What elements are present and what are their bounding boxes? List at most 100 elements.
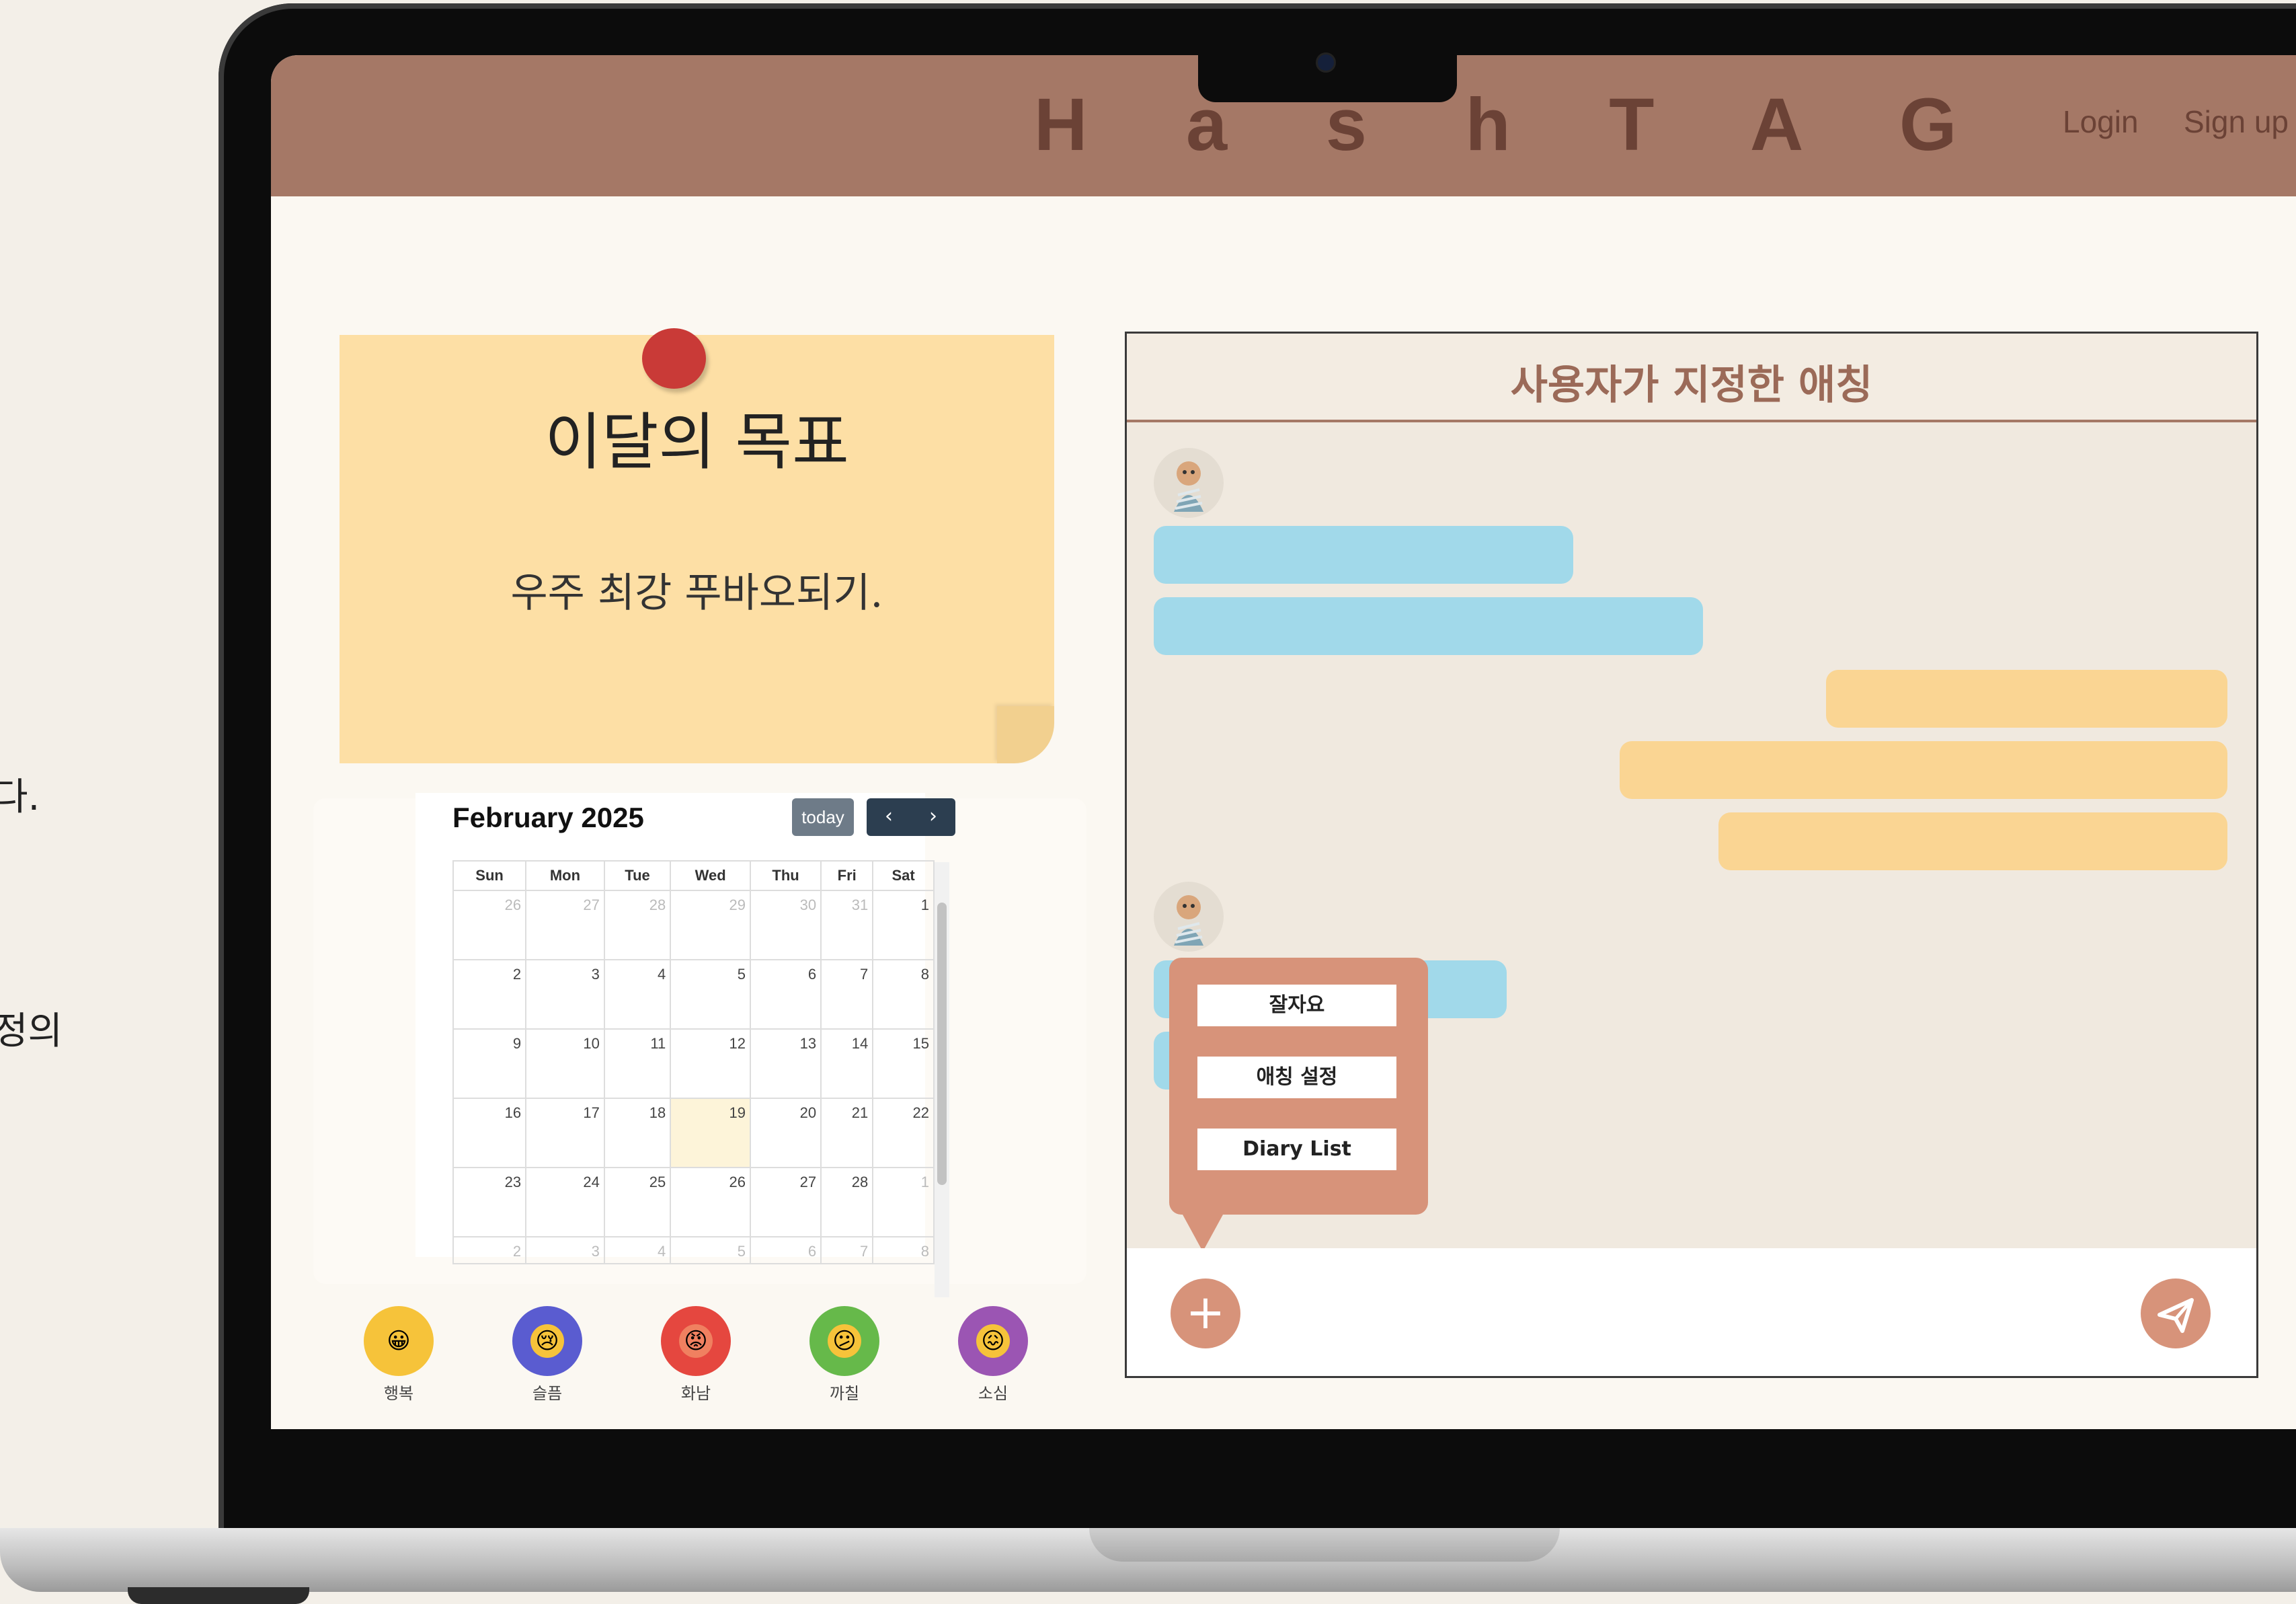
calendar-day[interactable]: 1 (872, 890, 935, 960)
next-month-button[interactable]: › (911, 798, 955, 836)
calendar-day[interactable]: 3 (525, 959, 605, 1030)
calendar-day[interactable]: 8 (872, 1236, 935, 1264)
goal-text[interactable]: 우주 최강 푸바오되기. (340, 560, 1054, 619)
scrollbar-thumb[interactable] (937, 903, 947, 1185)
calendar-day[interactable]: 4 (603, 959, 672, 1030)
calendar-day[interactable]: 6 (749, 1236, 822, 1264)
weekday-header: Tue (603, 860, 672, 891)
emotion-happy[interactable]: 😀 행복 (362, 1306, 436, 1404)
calendar-day[interactable]: 22 (872, 1098, 935, 1168)
calendar-day[interactable]: 5 (670, 959, 751, 1030)
prev-month-button[interactable]: ‹ (867, 798, 911, 836)
signup-link[interactable]: Sign up (2184, 104, 2289, 140)
emotion-angry[interactable]: 😡 화남 (659, 1306, 733, 1404)
grinning-face-icon: 😀 (382, 1324, 415, 1358)
app-screen: H a s h T A G Login Sign up 이달의 목표 우주 최강… (271, 55, 2296, 1429)
bot-message-bubble (1154, 597, 1703, 655)
calendar-title: February 2025 (452, 802, 644, 833)
chat-title: 사용자가 지정한 애칭 (1510, 362, 1873, 409)
calendar-day[interactable]: 8 (872, 959, 935, 1030)
calendar-day[interactable]: 27 (749, 1167, 822, 1237)
quick-menu-popup: 잘자요 애칭 설정 Diary List (1169, 958, 1428, 1252)
calendar-day[interactable]: 27 (525, 890, 605, 960)
paper-plane-icon (2158, 1298, 2194, 1333)
calendar-day[interactable]: 14 (820, 1028, 874, 1099)
emotion-label: 화남 (680, 1384, 711, 1403)
chat-header: 사용자가 지정한 애칭 (1127, 334, 2256, 422)
emotion-label: 소심 (978, 1384, 1008, 1403)
pin-icon (642, 328, 706, 389)
calendar-day[interactable]: 9 (452, 1028, 527, 1099)
note-fold (997, 706, 1054, 763)
side-text-2: 정의 (0, 1009, 63, 1053)
calendar-day[interactable]: 16 (452, 1098, 527, 1168)
emotion-label: 행복 (383, 1384, 414, 1403)
user-message-bubble (1620, 741, 2227, 799)
weekday-header: Sun (452, 860, 527, 891)
calendar-day[interactable]: 5 (670, 1236, 751, 1264)
plus-icon: + (1185, 1285, 1226, 1340)
calendar-day[interactable]: 29 (670, 890, 751, 960)
side-text-1: 다. (0, 775, 40, 819)
chevron-right-icon: › (929, 804, 937, 828)
user-message-bubble (1826, 670, 2227, 728)
weekday-header: Mon (525, 860, 605, 891)
crying-face-icon: 😢 (530, 1324, 564, 1358)
user-message-bubble (1718, 812, 2227, 870)
calendar-day[interactable]: 3 (525, 1236, 605, 1264)
weekday-header: Thu (749, 860, 822, 891)
app-logo[interactable]: H a s h T A G (1034, 82, 1995, 167)
calendar-day[interactable]: 21 (820, 1098, 874, 1168)
plus-button[interactable]: + (1171, 1278, 1240, 1348)
emotion-label: 슬픔 (532, 1384, 563, 1403)
emotion-picky[interactable]: 😕 까칠 (807, 1306, 881, 1404)
calendar-day[interactable]: 18 (603, 1098, 672, 1168)
calendar-day[interactable]: 24 (525, 1167, 605, 1237)
send-button[interactable] (2141, 1278, 2211, 1348)
emotion-label: 까칠 (829, 1384, 860, 1403)
calendar-day[interactable]: 10 (525, 1028, 605, 1099)
confused-face-icon: 😕 (828, 1324, 861, 1358)
chat-panel: 사용자가 지정한 애칭 잘자요 애칭 설정 Diary List + (1125, 332, 2258, 1378)
anxious-face-icon: 😖 (976, 1324, 1010, 1358)
camera-icon (1316, 52, 1336, 73)
today-button[interactable]: today (792, 798, 854, 836)
bot-message-bubble (1154, 526, 1573, 584)
calendar-day[interactable]: 15 (872, 1028, 935, 1099)
calendar-day[interactable]: 31 (820, 890, 874, 960)
calendar-day[interactable]: 12 (670, 1028, 751, 1099)
calendar-day[interactable]: 30 (749, 890, 822, 960)
monthly-goal-note: 이달의 목표 우주 최강 푸바오되기. (340, 328, 1054, 763)
chat-input-area[interactable] (1127, 1248, 2256, 1376)
calendar-scrollbar[interactable] (935, 862, 949, 1297)
weekday-header: Sat (872, 860, 935, 891)
calendar-day[interactable]: 26 (452, 890, 527, 960)
calendar-day[interactable]: 23 (452, 1167, 527, 1237)
calendar-day[interactable]: 4 (603, 1236, 672, 1264)
calendar-day[interactable]: 2 (452, 1236, 527, 1264)
calendar-day[interactable]: 7 (820, 1236, 874, 1264)
goal-title: 이달의 목표 (545, 406, 849, 478)
calendar-day-today[interactable]: 19 (670, 1098, 751, 1168)
calendar-day[interactable]: 20 (749, 1098, 822, 1168)
calendar-day[interactable]: 13 (749, 1028, 822, 1099)
calendar-day[interactable]: 25 (603, 1167, 672, 1237)
calendar-day[interactable]: 28 (820, 1167, 874, 1237)
chevron-left-icon: ‹ (885, 804, 893, 828)
calendar-day[interactable]: 6 (749, 959, 822, 1030)
calendar-day[interactable]: 2 (452, 959, 527, 1030)
menu-item-goodnight[interactable]: 잘자요 (1197, 985, 1396, 1026)
calendar-grid: Sun Mon Tue Wed Thu Fri Sat 26 27 28 29 … (452, 860, 935, 1264)
calendar-day[interactable]: 1 (872, 1167, 935, 1237)
menu-item-nickname-setting[interactable]: 애칭 설정 (1197, 1057, 1396, 1098)
calendar-day[interactable]: 28 (603, 890, 672, 960)
calendar-day[interactable]: 7 (820, 959, 874, 1030)
calendar-day[interactable]: 17 (525, 1098, 605, 1168)
weekday-header: Wed (670, 860, 751, 891)
emotion-sad[interactable]: 😢 슬픔 (510, 1306, 584, 1404)
emotion-timid[interactable]: 😖 소심 (956, 1306, 1030, 1404)
calendar-day[interactable]: 26 (670, 1167, 751, 1237)
login-link[interactable]: Login (2063, 104, 2139, 140)
calendar-day[interactable]: 11 (603, 1028, 672, 1099)
menu-item-diary-list[interactable]: Diary List (1197, 1129, 1396, 1170)
